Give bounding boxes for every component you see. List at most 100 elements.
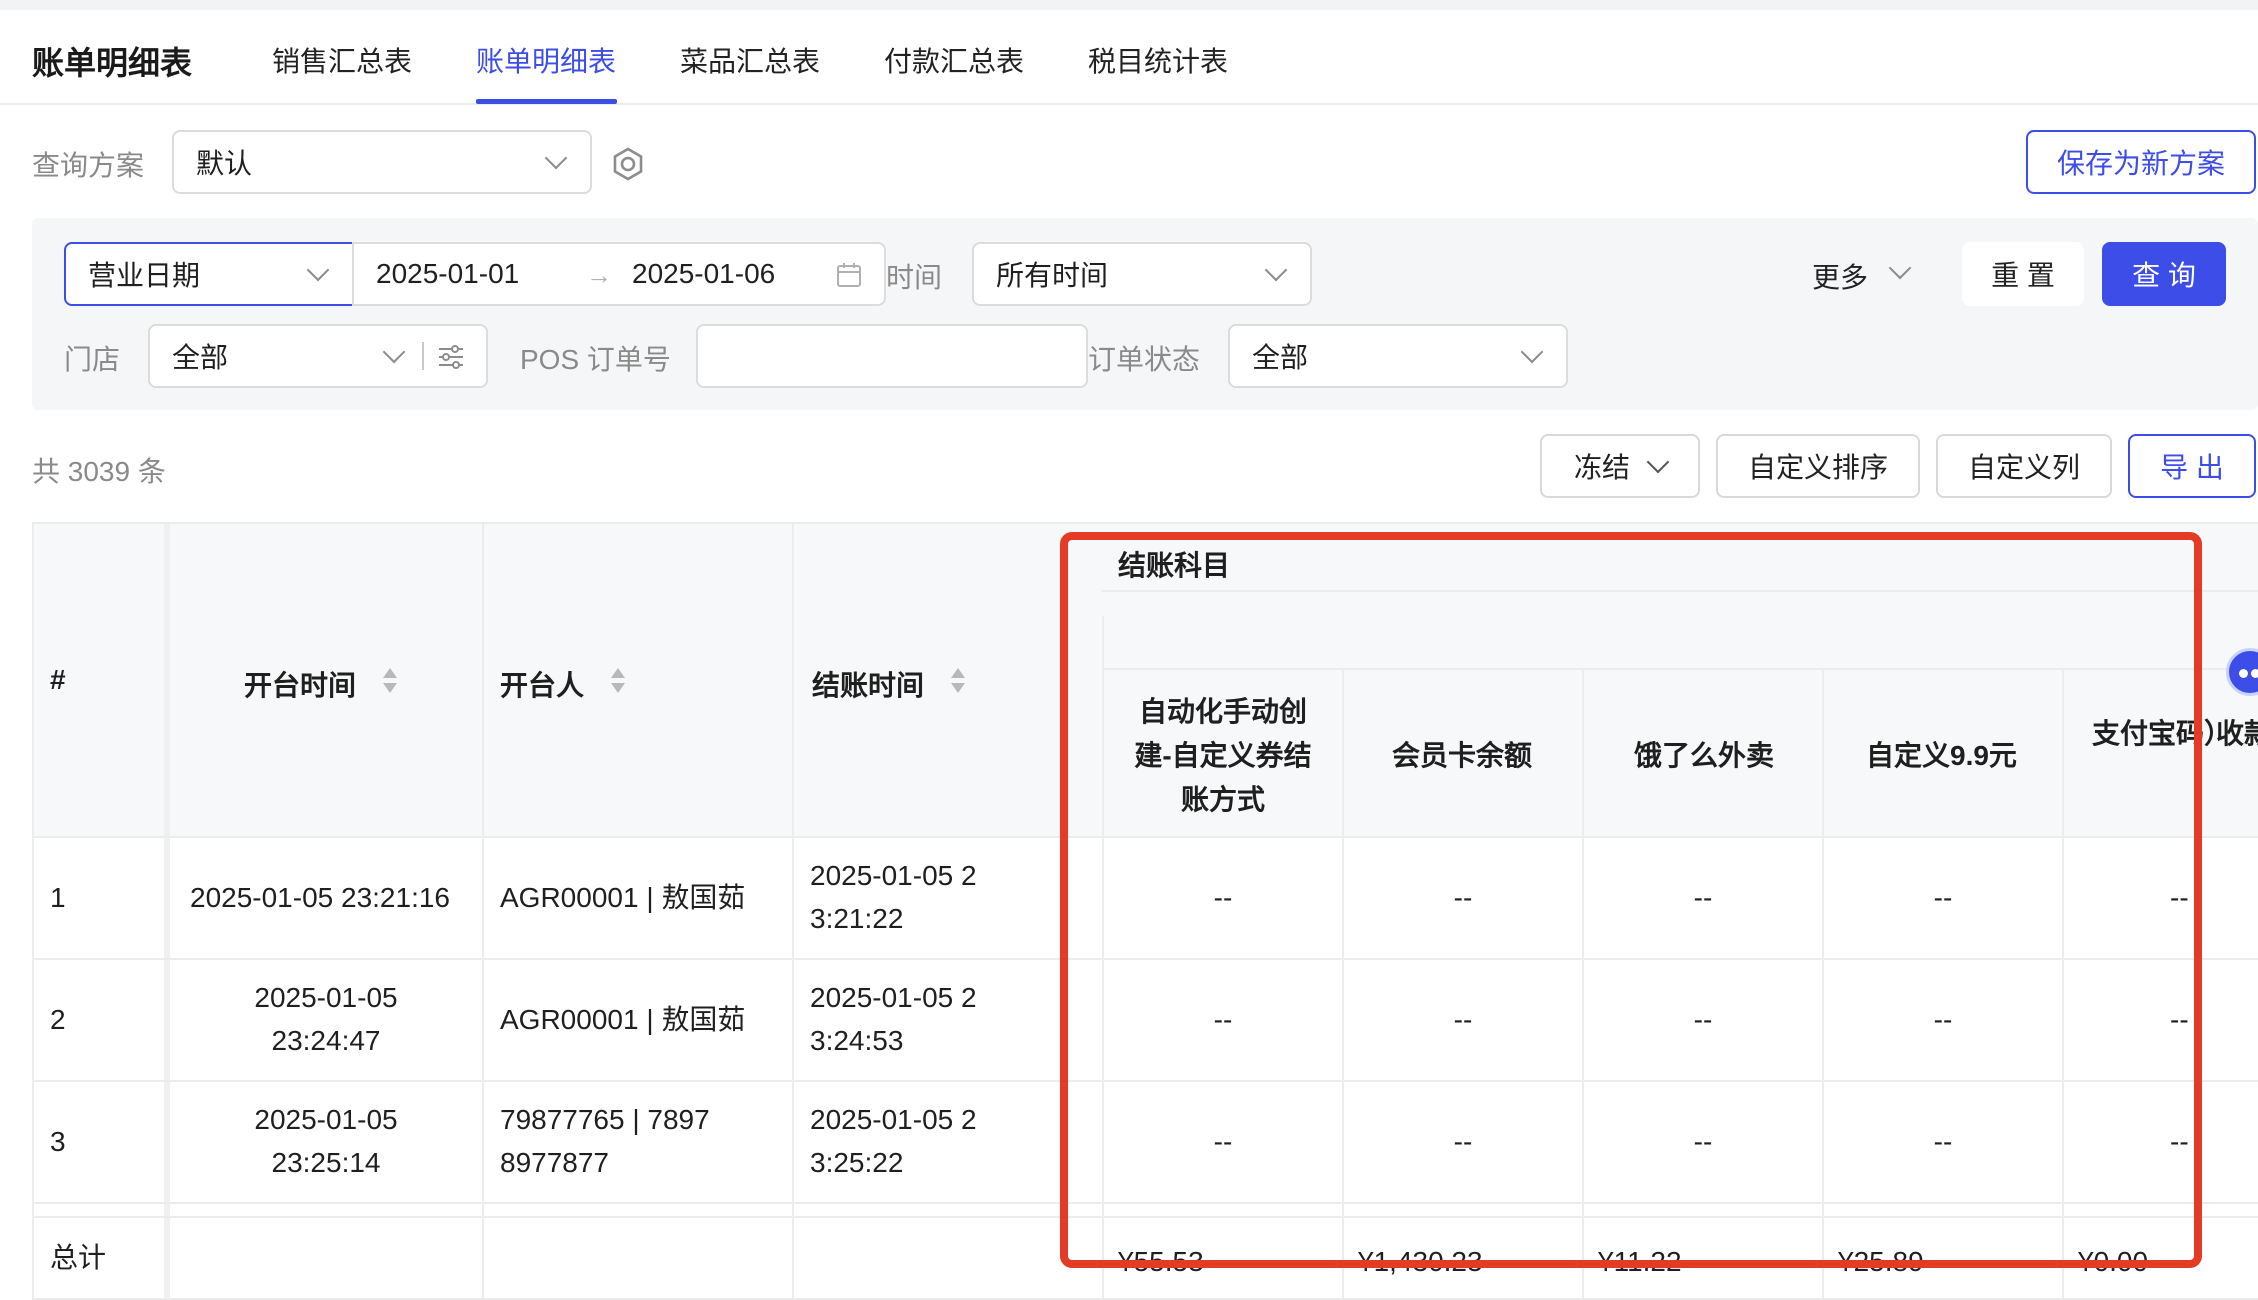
eye-icon [2239, 669, 2248, 678]
order-status-select[interactable]: 全部 [1228, 324, 1568, 388]
row-divider [1102, 590, 2258, 592]
scheme-label: 查询方案 [32, 150, 145, 181]
sort-icon[interactable] [950, 668, 966, 696]
tab-bill-detail[interactable]: 账单明细表 [476, 40, 616, 80]
column-divider [1582, 668, 1584, 1298]
export-button[interactable]: 导 出 [2128, 434, 2256, 498]
col-header-checkout-time[interactable]: 结账时间 [812, 664, 924, 704]
order-status-label: 订单状态 [1088, 344, 1201, 375]
col-group-header: 结账科目 [1118, 550, 1231, 581]
scheme-select[interactable]: 默认 [172, 130, 592, 194]
sort-icon[interactable] [610, 668, 626, 696]
total-value: ¥11.22 [1598, 1246, 1682, 1277]
store-select[interactable]: 全部 [148, 324, 488, 388]
cell-value: -- [1933, 1004, 1953, 1035]
row-divider [1102, 668, 2258, 670]
cell-opener: AGR00001 | 敖国茹 [500, 882, 746, 913]
custom-columns-button[interactable]: 自定义列 [1936, 434, 2112, 498]
divider [422, 342, 424, 370]
arrow-right-icon: → [586, 260, 612, 290]
column-divider [2062, 668, 2064, 1298]
chevron-down-icon [1888, 256, 1912, 280]
cell-index: 2 [50, 1004, 66, 1035]
tab-tax-stats[interactable]: 税目统计表 [1088, 40, 1228, 80]
column-divider [1822, 668, 1824, 1298]
cell-open-time: 2025-01-05 23:25:14 [254, 1104, 398, 1178]
total-value: ¥25.89 [1838, 1246, 1924, 1277]
cell-opener: 79877765 | 78978977877 [500, 1104, 710, 1178]
chevron-down-icon [1264, 258, 1288, 282]
col-header-opener[interactable]: 开台人 [500, 664, 584, 704]
cell-checkout-time: 2025-01-05 23:24:53 [810, 982, 977, 1056]
time-label: 时间 [886, 262, 943, 293]
column-divider [792, 524, 794, 1298]
report-tabs: 账单明细表 销售汇总表 账单明细表 菜品汇总表 付款汇总表 税目统计表 [0, 10, 2258, 105]
eye-icon [2251, 669, 2258, 678]
chevron-down-icon [1520, 340, 1544, 364]
date-range-picker[interactable]: 2025-01-01 → 2025-01-06 [352, 242, 886, 306]
tab-dish-summary[interactable]: 菜品汇总表 [680, 40, 820, 80]
tab-payment-summary[interactable]: 付款汇总表 [884, 40, 1024, 80]
time-value: 所有时间 [996, 260, 1109, 291]
store-label: 门店 [64, 344, 121, 375]
total-value: ¥0.00 [2078, 1246, 2149, 1277]
scheme-value: 默认 [196, 148, 253, 179]
save-scheme-button[interactable]: 保存为新方案 [2026, 130, 2256, 194]
freeze-dropdown[interactable]: 冻结 [1540, 434, 1700, 498]
column-divider [1342, 668, 1344, 1298]
date-type-value: 营业日期 [88, 260, 201, 291]
cell-opener: AGR00001 | 敖国茹 [500, 1004, 746, 1035]
pos-order-label: POS 订单号 [520, 344, 671, 375]
time-select[interactable]: 所有时间 [972, 242, 1312, 306]
row-divider [34, 1202, 2258, 1204]
cell-open-time: 2025-01-05 23:24:47 [254, 982, 398, 1056]
cell-value: -- [1213, 882, 1233, 913]
col-header-alipay: 支付宝码） [2092, 718, 2233, 749]
query-button[interactable]: 查 询 [2102, 242, 2226, 306]
cell-index: 1 [50, 882, 66, 913]
col-header-member-card: 会员卡余额 [1392, 740, 1533, 771]
reset-button[interactable]: 重 置 [1962, 242, 2084, 306]
cell-value: -- [1933, 1126, 1953, 1157]
col-header-custom-9-9: 自定义9.9元 [1866, 740, 2017, 771]
cell-open-time: 2025-01-05 23:21:16 [190, 882, 450, 913]
cell-value: -- [2170, 1004, 2189, 1035]
cell-value: -- [1453, 1126, 1473, 1157]
record-count: 共 3039 条 [32, 456, 166, 487]
custom-sort-button[interactable]: 自定义排序 [1716, 434, 1920, 498]
row-divider [34, 1216, 2258, 1218]
tab-sales-summary[interactable]: 销售汇总表 [272, 40, 412, 80]
cell-value: -- [2170, 882, 2189, 913]
freeze-label: 冻结 [1573, 452, 1630, 483]
cell-value: -- [1213, 1004, 1233, 1035]
more-label: 更多 [1812, 262, 1869, 293]
cell-checkout-time: 2025-01-05 23:21:22 [810, 860, 977, 934]
sort-icon[interactable] [382, 668, 398, 696]
col-header-index: # [50, 664, 66, 695]
calendar-icon [836, 262, 862, 288]
chevron-down-icon [382, 340, 406, 364]
settings-icon[interactable] [610, 146, 646, 182]
cell-checkout-time: 2025-01-05 23:25:22 [810, 1104, 977, 1178]
top-band [0, 0, 2258, 10]
cell-value: -- [1693, 882, 1713, 913]
pos-order-input[interactable] [696, 324, 1088, 388]
column-divider [482, 524, 484, 1298]
total-label: 总计 [50, 1242, 107, 1273]
date-type-select[interactable]: 营业日期 [64, 242, 354, 306]
cell-value: -- [1453, 1004, 1473, 1035]
store-value: 全部 [172, 342, 229, 373]
more-filters-toggle[interactable]: 更多 [1812, 256, 1912, 296]
total-value: ¥55.53 [1118, 1246, 1204, 1277]
row-divider [34, 1080, 2258, 1082]
total-value: ¥1,430.23 [1358, 1246, 1483, 1277]
date-end: 2025-01-06 [632, 258, 776, 289]
bill-detail-table: # 开台时间 开台人 结账时间 结账科目 自动化手动创建-自定义券结账方式 会员… [32, 522, 2258, 1300]
col-header-receipt: 收款 [2216, 718, 2258, 749]
cell-value: -- [1453, 882, 1473, 913]
filter-settings-icon[interactable] [436, 342, 466, 372]
col-header-custom-coupon: 自动化手动创建-自定义券结账方式 [1134, 696, 1312, 815]
cell-value: -- [2170, 1126, 2189, 1157]
col-header-open-time[interactable]: 开台时间 [244, 664, 356, 704]
page-title: 账单明细表 [32, 45, 193, 81]
